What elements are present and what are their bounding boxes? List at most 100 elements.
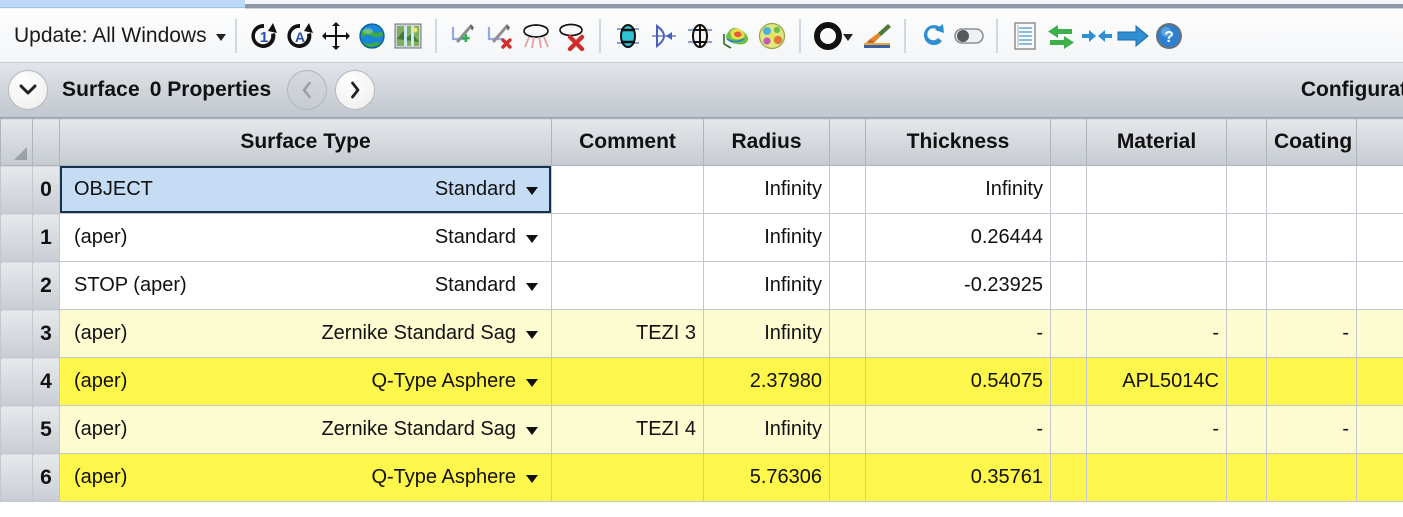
cell-radius_m[interactable] xyxy=(829,165,866,214)
surface-type-dropdown-caret-icon[interactable] xyxy=(526,234,538,243)
cell-radius_m[interactable] xyxy=(829,453,866,502)
cell-material[interactable] xyxy=(1086,453,1227,502)
coating-brush-icon[interactable] xyxy=(859,16,895,56)
cell-mat_m[interactable] xyxy=(1226,261,1267,310)
cell-coating[interactable] xyxy=(1266,453,1357,502)
next-arrow-icon[interactable] xyxy=(1115,16,1151,56)
column-header-surface-type[interactable]: Surface Type xyxy=(59,118,552,166)
cell-thick_m[interactable] xyxy=(1050,405,1087,454)
cell-radius[interactable]: 5.76306 xyxy=(703,453,830,502)
cell-thick_m[interactable] xyxy=(1050,453,1087,502)
cell-coating[interactable] xyxy=(1266,261,1357,310)
cell-comment[interactable] xyxy=(551,213,704,262)
table-row[interactable]: 4 (aper) Q-Type Asphere 2.37980 0.54075 APL50… xyxy=(0,357,1403,406)
aperture-dropdown-caret-icon[interactable] xyxy=(842,34,853,41)
help-icon[interactable]: ? xyxy=(1151,16,1187,56)
next-surface-button[interactable] xyxy=(335,70,376,110)
cell-comment[interactable] xyxy=(551,261,704,310)
cell-surface-type[interactable]: (aper) Zernike Standard Sag xyxy=(59,309,552,358)
merit-function-icon[interactable] xyxy=(646,16,682,56)
column-header-rowhdr[interactable] xyxy=(32,118,60,166)
table-row[interactable]: 2 STOP (aper) Standard Infinity -0.23925 xyxy=(0,261,1403,310)
converge-arrows-icon[interactable] xyxy=(1079,16,1115,56)
update-all-icon[interactable]: A xyxy=(282,16,318,56)
surface-type-dropdown-caret-icon[interactable] xyxy=(526,186,538,195)
column-header-thickness[interactable]: Thickness xyxy=(865,118,1051,166)
cell-thickness[interactable]: - xyxy=(865,309,1051,358)
row-header-index[interactable]: 1 xyxy=(32,213,60,262)
report-page-icon[interactable] xyxy=(1007,16,1043,56)
cell-thickness[interactable]: -0.23925 xyxy=(865,261,1051,310)
cell-comment[interactable] xyxy=(551,453,704,502)
cell-material[interactable] xyxy=(1086,261,1227,310)
cell-coat_m[interactable] xyxy=(1356,357,1403,406)
cell-surface-type[interactable]: (aper) Standard xyxy=(59,213,552,262)
table-corner-header[interactable] xyxy=(0,118,33,166)
cell-mat_m[interactable] xyxy=(1226,213,1267,262)
optimize-icon[interactable] xyxy=(610,16,646,56)
cell-radius[interactable]: Infinity xyxy=(703,261,830,310)
column-header-thick_m[interactable] xyxy=(1050,118,1087,166)
cell-thick_m[interactable] xyxy=(1050,261,1087,310)
column-header-radius_m[interactable] xyxy=(829,118,866,166)
previous-surface-button[interactable] xyxy=(287,70,328,110)
table-row[interactable]: 0 OBJECT Standard Infinity Infinity xyxy=(0,165,1403,214)
cell-mat_m[interactable] xyxy=(1226,453,1267,502)
cell-thick_m[interactable] xyxy=(1050,357,1087,406)
cell-radius[interactable]: 2.37980 xyxy=(703,357,830,406)
tolerance-icon[interactable] xyxy=(682,16,718,56)
cell-thickness[interactable]: Infinity xyxy=(865,165,1051,214)
layout-image-icon[interactable] xyxy=(390,16,426,56)
move-crosshair-icon[interactable] xyxy=(318,16,354,56)
cell-thickness[interactable]: - xyxy=(865,405,1051,454)
cell-radius_m[interactable] xyxy=(829,213,866,262)
cell-surface-type[interactable]: (aper) Zernike Standard Sag xyxy=(59,405,552,454)
table-row[interactable]: 6 (aper) Q-Type Asphere 5.76306 0.35761 xyxy=(0,453,1403,502)
cell-comment[interactable] xyxy=(551,357,704,406)
delete-surface-icon[interactable] xyxy=(482,16,518,56)
cell-coat_m[interactable] xyxy=(1356,213,1403,262)
cell-coating[interactable] xyxy=(1266,357,1357,406)
cell-coat_m[interactable] xyxy=(1356,165,1403,214)
cell-radius[interactable]: Infinity xyxy=(703,165,830,214)
update-1-icon[interactable]: 1 xyxy=(246,16,282,56)
cell-coating[interactable] xyxy=(1266,213,1357,262)
column-header-coating[interactable]: Coating xyxy=(1266,118,1357,166)
cell-surface-type[interactable]: (aper) Q-Type Asphere xyxy=(59,453,552,502)
surface-type-dropdown-caret-icon[interactable] xyxy=(526,282,538,291)
row-header-index[interactable]: 0 xyxy=(32,165,60,214)
update-mode-dropdown[interactable]: Update: All Windows xyxy=(14,24,226,48)
surface-type-dropdown-caret-icon[interactable] xyxy=(526,330,538,339)
row-header-index[interactable]: 4 xyxy=(32,357,60,406)
cell-radius_m[interactable] xyxy=(829,357,866,406)
cell-thick_m[interactable] xyxy=(1050,213,1087,262)
cell-thickness[interactable]: 0.54075 xyxy=(865,357,1051,406)
surface-type-dropdown-caret-icon[interactable] xyxy=(526,378,538,387)
cell-radius_m[interactable] xyxy=(829,309,866,358)
cell-radius[interactable]: Infinity xyxy=(703,213,830,262)
row-header-index[interactable]: 3 xyxy=(32,309,60,358)
cell-thick_m[interactable] xyxy=(1050,309,1087,358)
irradiance-map-icon[interactable] xyxy=(754,16,790,56)
cell-material[interactable]: - xyxy=(1086,405,1227,454)
swap-arrows-icon[interactable] xyxy=(1043,16,1079,56)
surface-type-dropdown-caret-icon[interactable] xyxy=(526,474,538,483)
column-header-material[interactable]: Material xyxy=(1086,118,1227,166)
column-header-comment[interactable]: Comment xyxy=(551,118,704,166)
cell-mat_m[interactable] xyxy=(1226,405,1267,454)
cell-radius[interactable]: Infinity xyxy=(703,309,830,358)
row-header-index[interactable]: 2 xyxy=(32,261,60,310)
row-header-index[interactable]: 6 xyxy=(32,453,60,502)
surface-type-dropdown-caret-icon[interactable] xyxy=(526,426,538,435)
cell-surface-type[interactable]: STOP (aper) Standard xyxy=(59,261,552,310)
row-header-index[interactable]: 5 xyxy=(32,405,60,454)
lens-data-editor-grid[interactable]: Surface Type Comment Radius Thickness Materi… xyxy=(0,118,1403,517)
table-row[interactable]: 5 (aper) Zernike Standard Sag TEZI 4 Infinit… xyxy=(0,405,1403,454)
undo-arrow-icon[interactable] xyxy=(915,16,951,56)
cell-thickness[interactable]: 0.26444 xyxy=(865,213,1051,262)
active-window-tab[interactable] xyxy=(0,0,245,8)
aperture-ring-icon[interactable] xyxy=(810,16,846,56)
add-surface-icon[interactable] xyxy=(446,16,482,56)
cell-radius_m[interactable] xyxy=(829,405,866,454)
column-header-coat_m[interactable] xyxy=(1356,118,1403,166)
